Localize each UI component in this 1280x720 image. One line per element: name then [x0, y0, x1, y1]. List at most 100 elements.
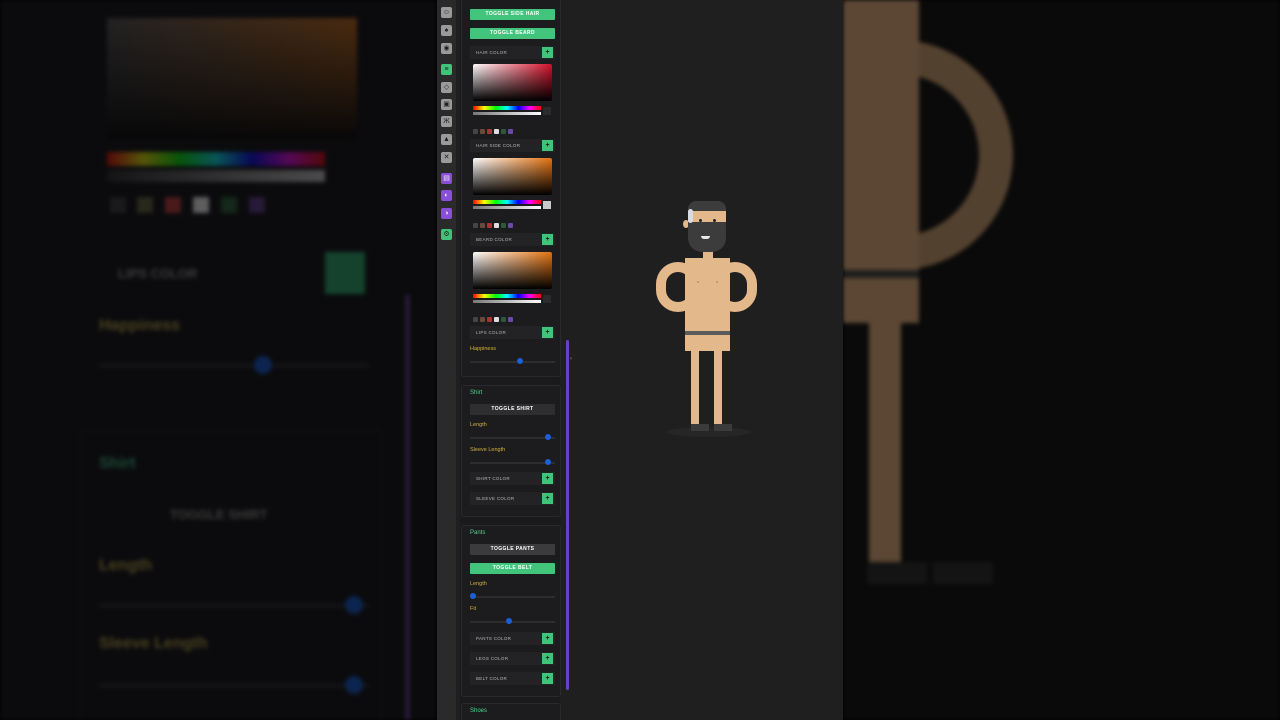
beard-color-preview — [543, 295, 551, 303]
shirt-length-label: Length — [470, 422, 487, 428]
swatch[interactable] — [508, 223, 513, 228]
sleeve-color-label: SLEEVE COLOR — [476, 496, 515, 501]
swatch[interactable] — [487, 129, 492, 134]
swatch[interactable] — [480, 129, 485, 134]
settings-tab-icon[interactable]: ⚙ — [441, 229, 452, 240]
pants-fit-label: Fit — [470, 606, 477, 612]
swatch[interactable] — [473, 317, 478, 322]
accessory-tab-icon[interactable]: ◇ — [441, 82, 452, 93]
shirt-color-add-button[interactable]: + — [542, 473, 553, 484]
swatch[interactable] — [473, 129, 478, 134]
shirt-length-slider-track[interactable] — [470, 437, 555, 439]
panel-scrollbar[interactable] — [566, 340, 569, 690]
toggle-beard-button[interactable]: TOGGLE BEARD — [470, 28, 555, 39]
beard-alpha-slider[interactable] — [473, 300, 541, 303]
face-tab-icon[interactable]: ◉ — [441, 43, 452, 54]
swatch[interactable] — [473, 223, 478, 228]
swatch[interactable] — [501, 129, 506, 134]
side-hair — [688, 209, 693, 223]
pants-color-label: PANTS COLOR — [476, 636, 512, 641]
shirt-tab-icon[interactable]: ▣ — [441, 99, 452, 110]
character-preview — [587, 0, 843, 720]
swatch[interactable] — [508, 317, 513, 322]
hair-side-color-label: HAIR SIDE COLOR — [476, 143, 521, 148]
beard-color-picker[interactable] — [473, 252, 552, 289]
lips-color-label: LIPS COLOR — [476, 330, 507, 335]
pants-fit-slider-knob[interactable] — [505, 618, 512, 624]
hair-side-color-add-button[interactable]: + — [542, 140, 553, 151]
random-tab-icon[interactable]: ◑ — [441, 208, 452, 219]
sleeve-length-slider-knob[interactable] — [545, 459, 552, 465]
belt-color-add-button[interactable]: + — [542, 673, 553, 684]
pants-length-slider-track[interactable] — [470, 596, 555, 598]
left-leg — [691, 350, 699, 426]
bg-knob — [345, 596, 363, 614]
bg-swatch — [110, 197, 126, 213]
happiness-slider-knob[interactable] — [517, 358, 524, 364]
load-tab-icon[interactable]: ◐ — [441, 190, 452, 201]
legs-color-add-button[interactable]: + — [542, 653, 553, 664]
right-shoe — [714, 424, 732, 431]
eye — [699, 219, 702, 222]
swatch[interactable] — [480, 317, 485, 322]
character-creator-app: ☺ ♠ ◉ ≡ ◇ ▣ Ж ▲ ✕ ▤ ◐ ◑ ⚙ TOGGLE SIDE HA… — [437, 0, 843, 720]
bg-panel-outline — [80, 430, 382, 720]
bg-shoe — [867, 562, 927, 584]
swatch[interactable] — [501, 223, 506, 228]
happiness-slider-track[interactable] — [470, 361, 555, 363]
swatch[interactable] — [494, 317, 499, 322]
hair-side-color-picker[interactable] — [473, 158, 552, 195]
category-icon-bar: ☺ ♠ ◉ ≡ ◇ ▣ Ж ▲ ✕ ▤ ◐ ◑ ⚙ — [437, 0, 456, 720]
pants-fit-slider-track[interactable] — [470, 621, 555, 623]
chest-mark — [697, 281, 699, 283]
background-zoom-left: LIPS COLOR Happiness Shirt TOGGLE SHIRT … — [0, 0, 437, 720]
pants-color-add-button[interactable]: + — [542, 633, 553, 644]
bg-color-picker — [107, 18, 357, 140]
hair-side-alpha-slider[interactable] — [473, 206, 541, 209]
bg-scrollbar — [405, 295, 410, 720]
head-tab-icon[interactable]: ☺ — [441, 7, 452, 18]
pants-section-title: Pants — [470, 530, 486, 536]
hair-side-hue-slider[interactable] — [473, 200, 541, 204]
shoes-tab-icon[interactable]: ▲ — [441, 134, 452, 145]
tools-tab-icon[interactable]: ✕ — [441, 152, 452, 163]
pants-length-slider-knob[interactable] — [470, 593, 476, 599]
shirt-section-title: Shirt — [470, 390, 483, 396]
bg-hue-slider — [107, 152, 325, 166]
bg-swatch — [193, 197, 209, 213]
hair-alpha-slider[interactable] — [473, 112, 541, 115]
hair-color-picker[interactable] — [473, 64, 552, 101]
beard-color-add-button[interactable]: + — [542, 234, 553, 245]
lips-color-add-button[interactable]: + — [542, 327, 553, 338]
swatch[interactable] — [487, 223, 492, 228]
toggle-belt-button[interactable]: TOGGLE BELT — [470, 563, 555, 574]
swatch[interactable] — [487, 317, 492, 322]
sleeve-color-add-button[interactable]: + — [542, 493, 553, 504]
bg-shoe — [933, 562, 993, 584]
hat-tab-icon[interactable]: ♠ — [441, 25, 452, 36]
beard-hue-slider[interactable] — [473, 294, 541, 298]
swatch[interactable] — [494, 129, 499, 134]
swatch[interactable] — [501, 317, 506, 322]
swatch[interactable] — [508, 129, 513, 134]
swatch[interactable] — [480, 223, 485, 228]
shorts — [685, 335, 730, 351]
hair-hue-slider[interactable] — [473, 106, 541, 110]
toggle-shirt-button[interactable]: TOGGLE SHIRT — [470, 404, 555, 415]
save-tab-icon[interactable]: ▤ — [441, 173, 452, 184]
toggle-pants-button[interactable]: TOGGLE PANTS — [470, 544, 555, 555]
happiness-label: Happiness — [470, 346, 496, 352]
shirt-length-slider-knob[interactable] — [545, 434, 552, 440]
bg-knob — [254, 356, 272, 374]
hair-color-add-button[interactable]: + — [542, 47, 553, 58]
swatch[interactable] — [494, 223, 499, 228]
collapse-arrow-icon[interactable]: ‹ — [570, 356, 572, 362]
toggle-side-hair-button[interactable]: TOGGLE SIDE HAIR — [470, 9, 555, 20]
shirt-section: Shirt TOGGLE SHIRT Length Sleeve Length … — [461, 385, 561, 517]
hair-swatches — [473, 121, 515, 134]
beard-color-row: BEARD COLOR + — [470, 233, 555, 246]
sleeve-length-slider-track[interactable] — [470, 462, 555, 464]
hair-tab-icon[interactable]: ≡ — [441, 64, 452, 75]
pants-tab-icon[interactable]: Ж — [441, 116, 452, 127]
pants-color-row: PANTS COLOR + — [470, 632, 555, 645]
